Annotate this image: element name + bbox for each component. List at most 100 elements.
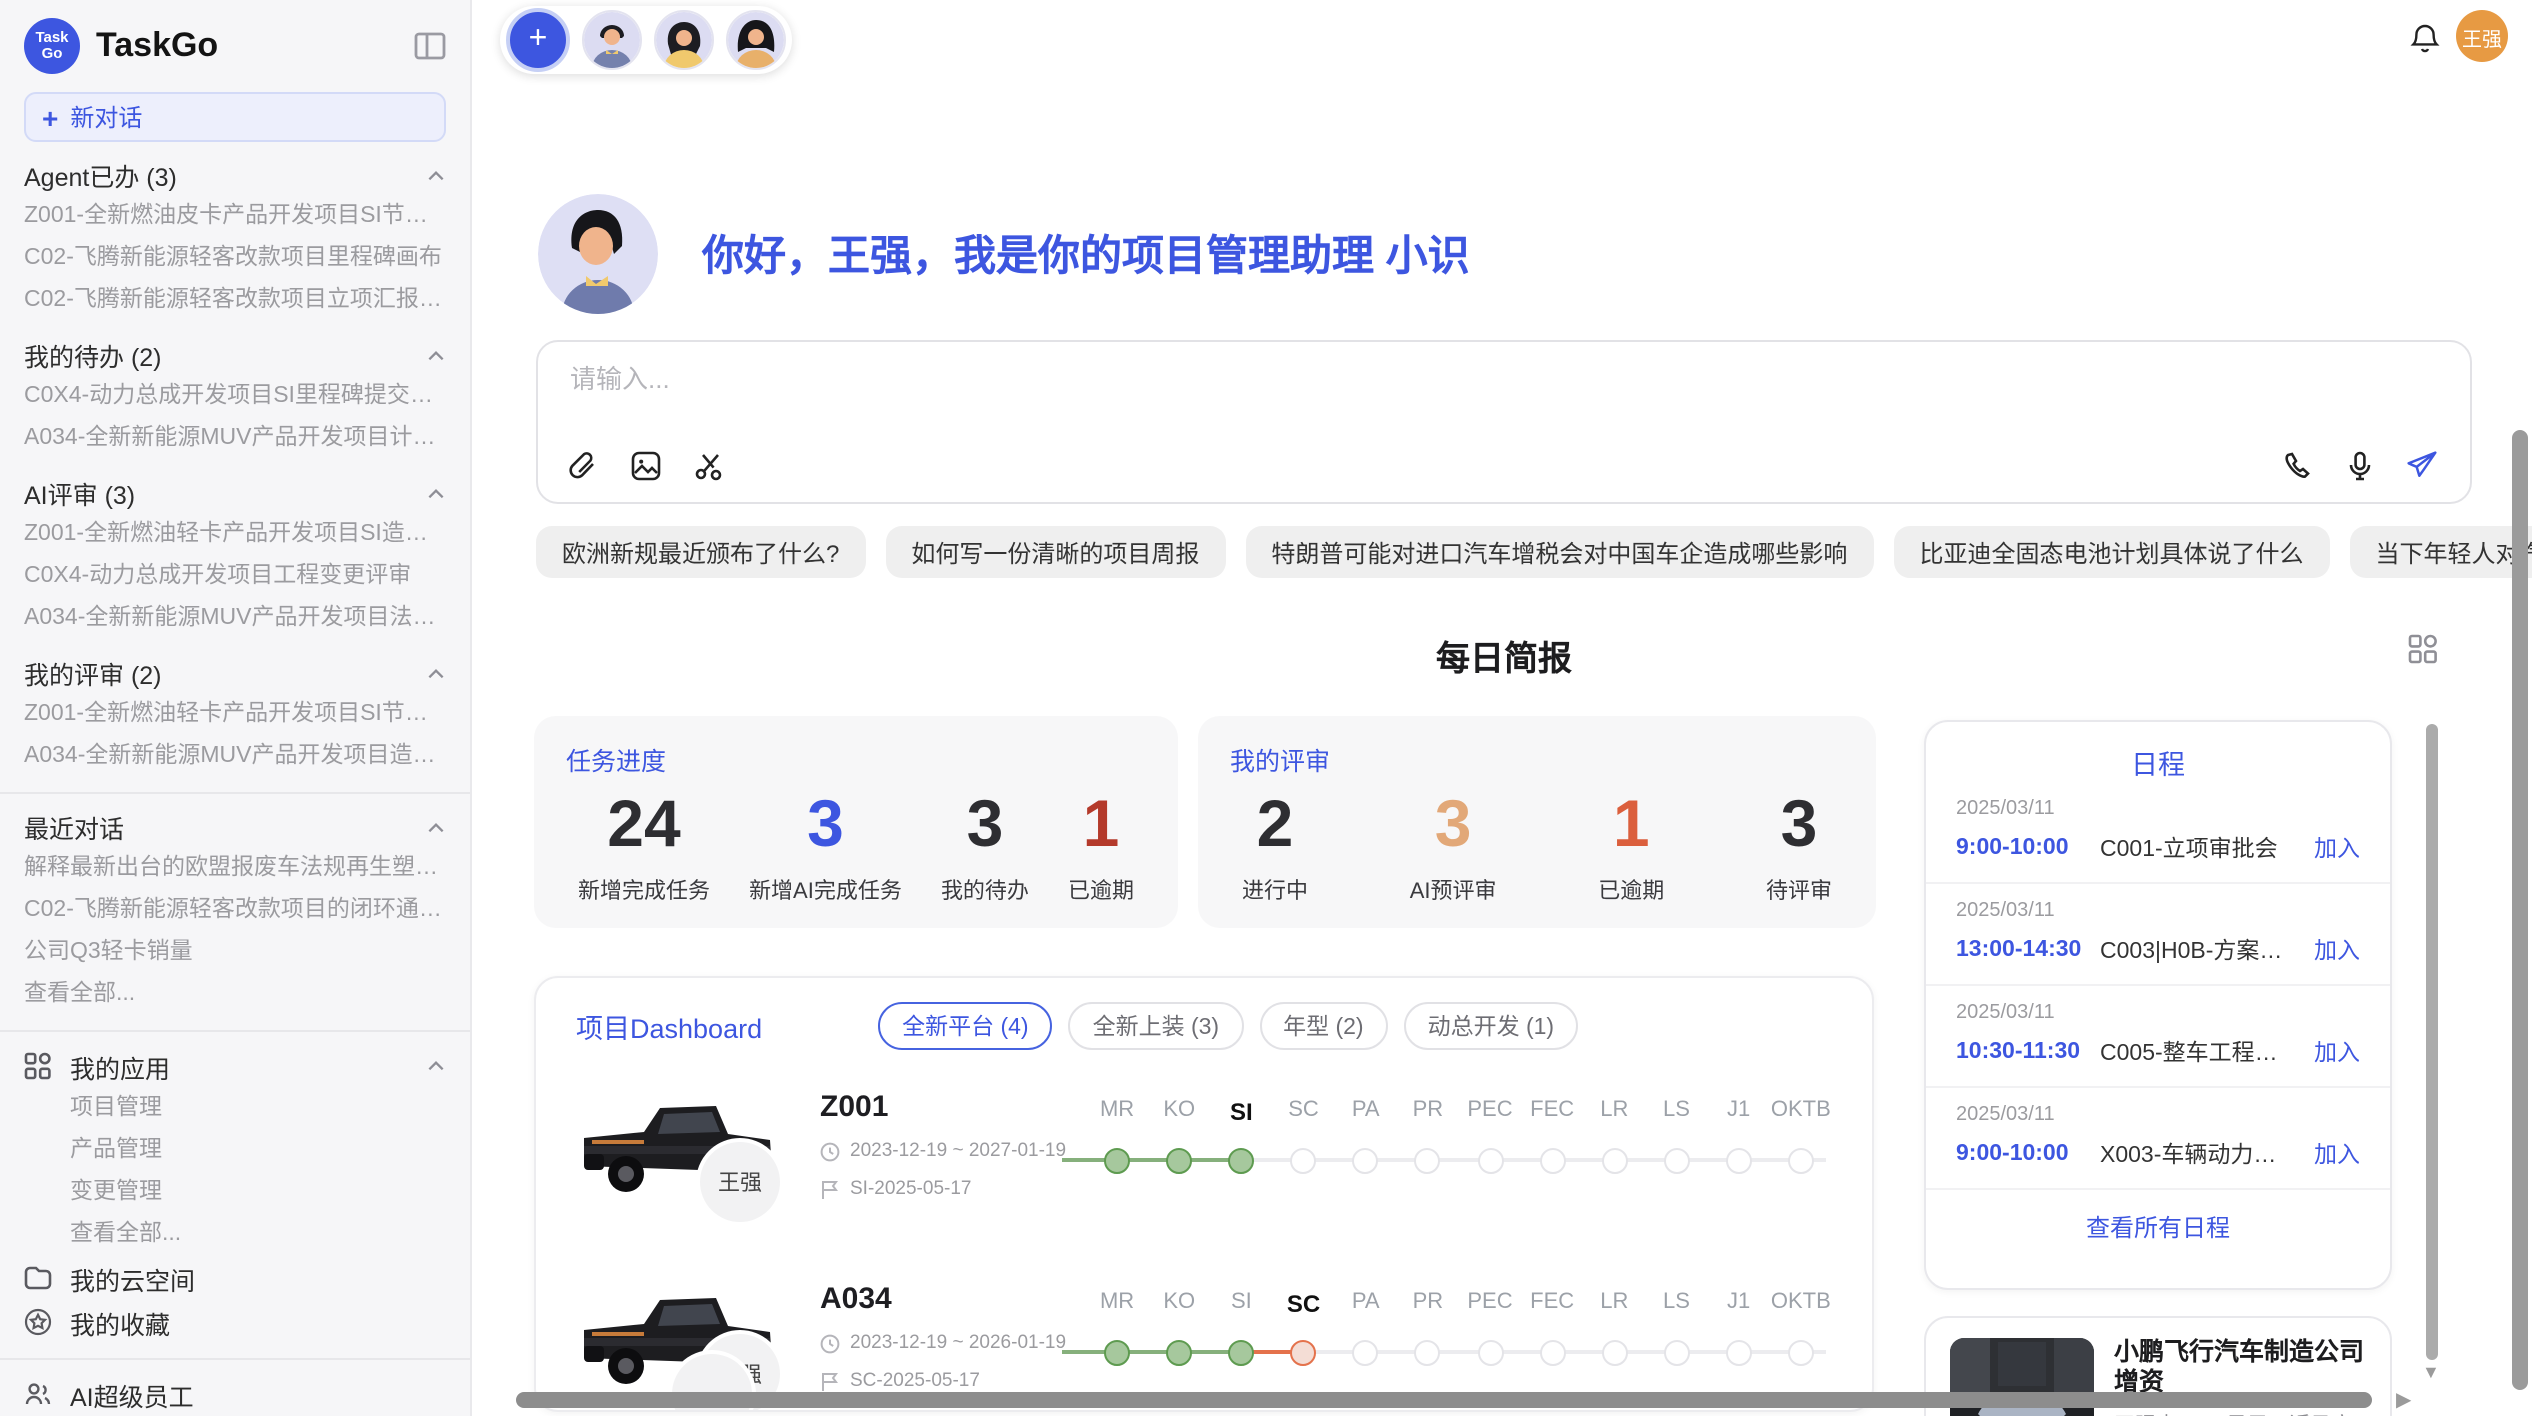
suggestion-chip[interactable]: 特朗普可能对进口汽车增税会对中国车企造成哪些影响 xyxy=(1245,526,1873,578)
task-item[interactable]: C0X4-动力总成开发项目SI里程碑提交物检查 xyxy=(24,376,446,418)
filter-powertrain[interactable]: 动总开发 (1) xyxy=(1404,1002,1579,1050)
mic-icon[interactable] xyxy=(2344,450,2376,482)
milestone-node-done xyxy=(1166,1339,1192,1365)
filter-year-model[interactable]: 年型 (2) xyxy=(1259,1002,1388,1050)
milestone-node-done xyxy=(1166,1147,1192,1173)
sidebar-item-cloud-space[interactable]: 我的云空间 xyxy=(24,1256,446,1300)
attachment-icon[interactable] xyxy=(566,450,598,482)
milestone-node-current xyxy=(1228,1147,1254,1173)
milestone-node xyxy=(1726,1147,1752,1173)
news-snippet: 天眼查 App 显示，近日广州汇天飞行汽... xyxy=(2114,1412,2366,1416)
project-next-milestone: SI-2025-05-17 xyxy=(820,1178,1056,1200)
task-item[interactable]: A034-全新新能源MUV产品开发项目计划变更表编写 xyxy=(24,418,446,460)
project-dates: 2023-12-19 ~ 2026-01-19 xyxy=(820,1332,1056,1354)
join-link[interactable]: 加入 xyxy=(2314,832,2360,864)
schedule-item: 2025/03/11 9:00-10:00 C001-立项审批会 加入 xyxy=(1926,782,2390,884)
agent-avatar-2[interactable] xyxy=(654,10,714,70)
section-ai-review[interactable]: AI评审 (3) xyxy=(24,472,446,514)
user-avatar[interactable]: 王强 xyxy=(2456,10,2508,62)
schedule-title: 日程 xyxy=(1926,742,2390,782)
schedule-name: X003-车辆动力学性能验... xyxy=(2100,1138,2298,1170)
news-title: 小鹏飞行汽车制造公司增资 xyxy=(2114,1338,2366,1398)
sidebar-item-ai-staff[interactable]: AI超级员工 xyxy=(24,1372,446,1416)
horizontal-scrollbar[interactable] xyxy=(516,1392,2372,1408)
task-item[interactable]: A034-全新新能源MUV产品开发项目造型可行性评审 xyxy=(24,736,446,778)
chevron-up-icon xyxy=(426,345,446,365)
notification-bell-icon[interactable] xyxy=(2408,22,2442,56)
apps-view-all[interactable]: 查看全部... xyxy=(24,1214,446,1256)
suggestion-chip[interactable]: 如何写一份清晰的项目周报 xyxy=(885,526,1225,578)
scroll-right-arrow-icon[interactable]: ▶ xyxy=(2396,1390,2411,1412)
milestone-node xyxy=(1477,1339,1503,1365)
sidebar-collapse-icon[interactable] xyxy=(414,32,446,60)
recent-chat-item[interactable]: C02-飞腾新能源轻客改款项目的闭环通告反馈情况 xyxy=(24,890,446,932)
schedule-item: 2025/03/11 9:00-10:00 X003-车辆动力学性能验... 加… xyxy=(1926,1088,2390,1190)
content-vertical-scrollbar[interactable] xyxy=(2426,724,2438,1360)
image-icon[interactable] xyxy=(630,450,662,482)
suggestion-chip[interactable]: 当下年轻人对汽车外观有怎样的喜好趋势 xyxy=(2349,526,2532,578)
agent-switcher: + xyxy=(500,6,792,74)
sidebar-item-my-apps[interactable]: 我的应用 xyxy=(24,1044,446,1088)
suggestion-chip[interactable]: 欧洲新规最近颁布了什么? xyxy=(536,526,865,578)
schedule-card: 日程 2025/03/11 9:00-10:00 C001-立项审批会 加入 2… xyxy=(1924,720,2392,1290)
milestone-node xyxy=(1415,1339,1441,1365)
section-my-todo[interactable]: 我的待办 (2) xyxy=(24,334,446,376)
task-item[interactable]: C02-飞腾新能源轻客改款项目里程碑画布 xyxy=(24,238,446,280)
schedule-time: 9:00-10:00 xyxy=(1956,1142,2100,1166)
milestone-timeline-z001: MRKOSISCPAPRPECFECLRLSJ1OKTB xyxy=(1086,1086,1832,1242)
greeting-text: 你好，王强，我是你的项目管理助理 小识 xyxy=(702,224,1470,284)
new-chat-label: 新对话 xyxy=(70,100,142,134)
add-agent-button[interactable]: + xyxy=(506,8,570,72)
scissors-icon[interactable] xyxy=(694,450,726,482)
join-link[interactable]: 加入 xyxy=(2314,934,2360,966)
milestone-node xyxy=(1477,1147,1503,1173)
stat-overdue: 1 已逾期 xyxy=(1068,786,1134,906)
filter-all-new-platform[interactable]: 全新平台 (4) xyxy=(878,1002,1053,1050)
recent-chat-item[interactable]: 公司Q3轻卡销量 xyxy=(24,932,446,974)
task-item[interactable]: Z001-全新燃油轻卡产品开发项目SI造型提交物评审 xyxy=(24,514,446,556)
app-item-project-mgmt[interactable]: 项目管理 xyxy=(24,1088,446,1130)
recent-chat-item[interactable]: 解释最新出台的欧盟报废车法规再生塑料比例被调至15%... xyxy=(24,848,446,890)
app-item-product-mgmt[interactable]: 产品管理 xyxy=(24,1130,446,1172)
join-link[interactable]: 加入 xyxy=(2314,1138,2360,1170)
sidebar-item-favorites[interactable]: 我的收藏 xyxy=(24,1300,446,1344)
task-item[interactable]: Z001-全新燃油轻卡产品开发项目SI节点属性5D文件评审 xyxy=(24,694,446,736)
agent-avatar-3[interactable] xyxy=(726,10,786,70)
phone-icon[interactable] xyxy=(2282,450,2314,482)
schedule-name: C001-立项审批会 xyxy=(2100,832,2298,864)
scroll-down-arrow-icon[interactable]: ▼ xyxy=(2422,1362,2440,1382)
layout-grid-icon[interactable] xyxy=(2408,634,2438,664)
task-item[interactable]: A034-全新新能源MUV产品开发项目法规符合性评审 xyxy=(24,598,446,640)
recent-view-all[interactable]: 查看全部... xyxy=(24,974,446,1016)
chevron-up-icon xyxy=(426,663,446,683)
task-item[interactable]: C0X4-动力总成开发项目工程变更评审 xyxy=(24,556,446,598)
agent-avatar-1[interactable] xyxy=(582,10,642,70)
clock-icon xyxy=(820,1141,840,1161)
view-all-schedule-link[interactable]: 查看所有日程 xyxy=(1926,1210,2390,1244)
schedule-name: C003|H0B-方案冻结评审 xyxy=(2100,934,2298,966)
flag-icon xyxy=(820,1371,840,1391)
join-link[interactable]: 加入 xyxy=(2314,1036,2360,1068)
filter-new-body[interactable]: 全新上装 (3) xyxy=(1069,1002,1244,1050)
section-recent-chats[interactable]: 最近对话 xyxy=(24,806,446,848)
divider xyxy=(0,1030,470,1032)
star-icon xyxy=(24,1308,52,1336)
app-title: TaskGo xyxy=(96,26,414,66)
suggestion-chip[interactable]: 比亚迪全固态电池计划具体说了什么 xyxy=(1893,526,2329,578)
users-icon xyxy=(24,1380,52,1408)
milestone-node-overdue xyxy=(1291,1339,1317,1365)
chat-input[interactable] xyxy=(566,362,2442,396)
milestone-node xyxy=(1601,1147,1627,1173)
section-agent-done[interactable]: Agent已办 (3) xyxy=(24,154,446,196)
task-item[interactable]: Z001-全新燃油皮卡产品开发项目SI节点Lesson Learn报告 xyxy=(24,196,446,238)
new-chat-button[interactable]: + 新对话 xyxy=(24,92,446,142)
app-item-change-mgmt[interactable]: 变更管理 xyxy=(24,1172,446,1214)
project-row-z001[interactable]: 王强 Z001 2023-12-19 ~ 2027-01-19 SI-2025-… xyxy=(576,1086,1832,1242)
send-icon[interactable] xyxy=(2406,450,2438,482)
window-vertical-scrollbar[interactable] xyxy=(2512,430,2528,1390)
divider xyxy=(0,792,470,794)
section-my-review[interactable]: 我的评审 (2) xyxy=(24,652,446,694)
task-item[interactable]: C02-飞腾新能源轻客改款项目立项汇报方案 xyxy=(24,280,446,322)
schedule-date: 2025/03/11 xyxy=(1956,798,2360,820)
milestone-node xyxy=(1601,1339,1627,1365)
